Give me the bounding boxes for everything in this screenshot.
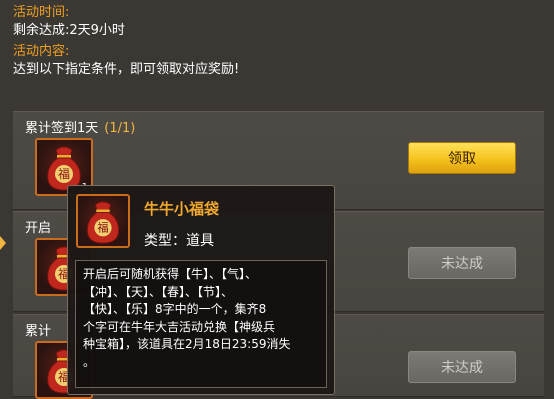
tooltip-item-slot: 福: [76, 194, 130, 248]
task-title-text: 累计签到1天: [25, 121, 99, 136]
task-title-text: 累计: [25, 324, 52, 339]
activity-info: 活动时间: 剩余达成:2天9小时 活动内容: 达到以下指定条件，即可领取对应奖励…: [13, 4, 239, 79]
svg-text:福: 福: [97, 221, 109, 235]
tooltip-item-type: 类型：道具: [144, 233, 214, 249]
task-title: 累计签到1天 (1/1): [25, 117, 135, 136]
svg-text:福: 福: [58, 166, 70, 181]
task-title: 开启: [25, 217, 51, 236]
task-title: 累计: [25, 320, 51, 339]
task-progress: (1/1): [104, 121, 136, 136]
task-title-text: 开启: [25, 221, 52, 236]
tooltip-item-description: 开启后可随机获得【牛】、【气】、 【冲】、【天】、【春】、【节】、 【快】、【乐…: [75, 260, 327, 388]
item-tooltip: 福 牛牛小福袋 类型：道具 开启后可随机获得【牛】、【气】、 【冲】、【天】、【…: [67, 185, 335, 395]
not-achieved-button[interactable]: 未达成: [408, 247, 516, 279]
claim-button[interactable]: 领取: [408, 142, 516, 174]
activity-time-value: 剩余达成:2天9小时: [13, 23, 125, 38]
not-achieved-button[interactable]: 未达成: [408, 351, 516, 383]
scroll-left-arrow-icon[interactable]: [0, 236, 6, 250]
activity-content-label: 活动内容:: [13, 44, 70, 59]
activity-content-value: 达到以下指定条件，即可领取对应奖励!: [13, 62, 240, 77]
lucky-bag-icon: 福: [86, 201, 120, 244]
tooltip-item-name: 牛牛小福袋: [144, 200, 220, 218]
activity-time-label: 活动时间:: [13, 5, 70, 20]
